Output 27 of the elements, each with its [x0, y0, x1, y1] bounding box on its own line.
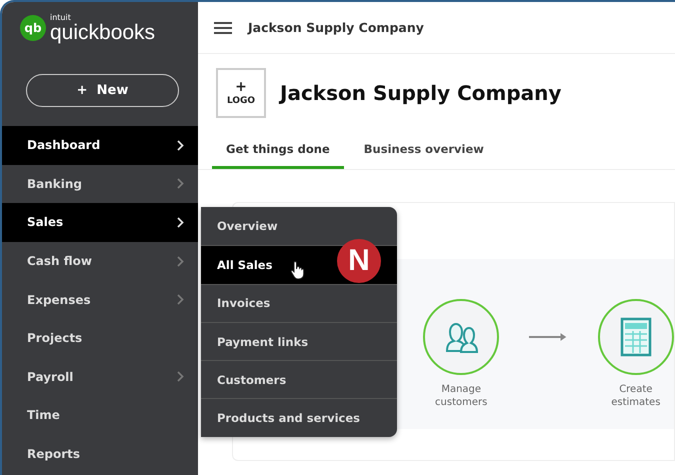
tab[interactable]: Business overview — [350, 136, 498, 169]
step-label: Create estimates — [610, 383, 662, 409]
submenu-item[interactable]: Payment links — [201, 322, 397, 360]
sidebar-item[interactable]: Expenses — [2, 280, 198, 319]
sidebar-item[interactable]: Projects — [2, 318, 198, 358]
sidebar-item[interactable]: Payroll — [2, 358, 198, 396]
new-button[interactable]: + New — [26, 74, 179, 107]
sidebar-item[interactable]: Sales — [2, 203, 198, 242]
brand-name: quickbooks — [50, 22, 156, 42]
sidebar-item[interactable]: Time — [2, 396, 198, 435]
sidebar-item[interactable]: Cash flow — [2, 242, 198, 280]
hand-cursor-icon — [290, 260, 306, 280]
sidebar-item[interactable]: Banking — [2, 164, 198, 204]
quickbooks-logo-icon: qb — [20, 15, 46, 41]
company-name: Jackson Supply Company — [248, 20, 424, 35]
submenu-item[interactable]: Customers — [201, 360, 397, 398]
tab[interactable]: Get things done — [212, 136, 344, 169]
sidebar-item[interactable]: Dashboard — [2, 126, 198, 165]
page-title: Jackson Supply Company — [280, 81, 562, 105]
sidebar-item[interactable]: Reports — [2, 434, 198, 474]
submenu-item[interactable]: Invoices — [201, 284, 397, 322]
brand-subtitle: intuit — [50, 14, 72, 22]
logo-upload-button[interactable]: + LOGO — [216, 68, 266, 118]
arrow-icon — [529, 332, 568, 342]
menu-icon[interactable] — [214, 22, 232, 34]
submenu-item[interactable]: Products and services — [201, 398, 397, 437]
step-label: Manage customers — [434, 383, 488, 409]
